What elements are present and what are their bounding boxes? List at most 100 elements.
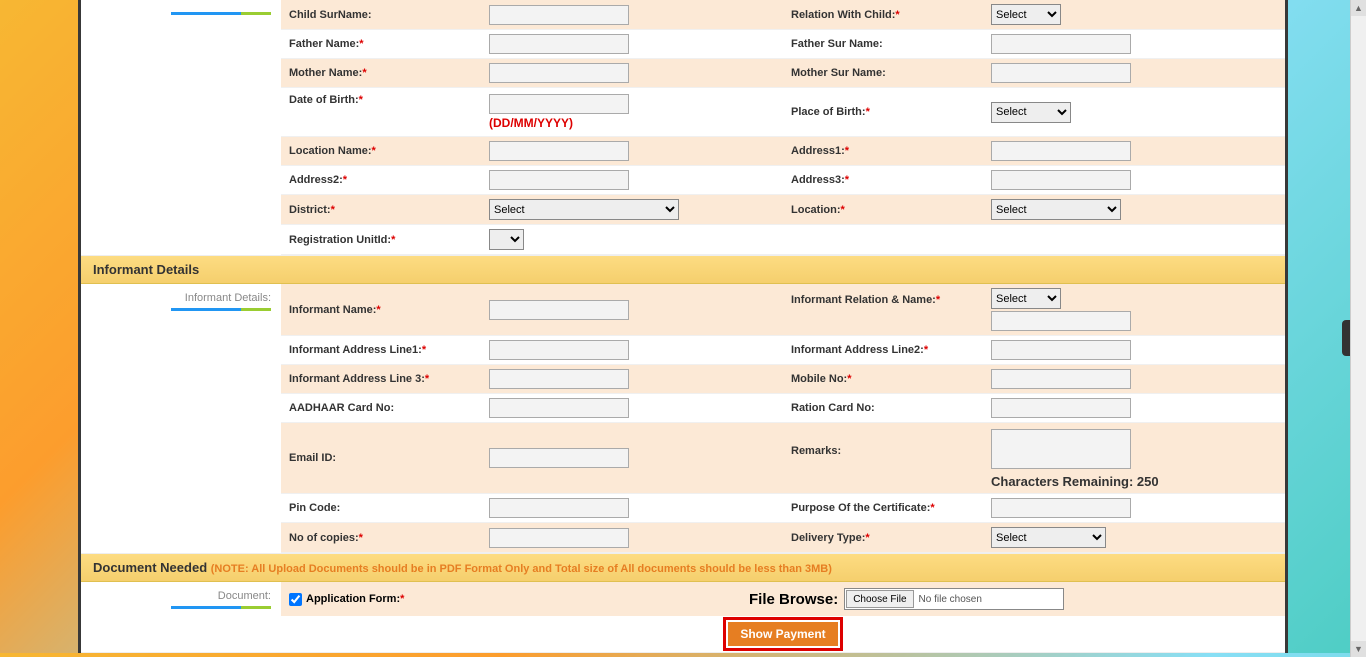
row-inf-addr3: Informant Address Line 3:*	[281, 365, 783, 394]
input-informant-name[interactable]	[489, 300, 629, 320]
choose-file-button[interactable]: Choose File	[846, 590, 913, 608]
row-address1: Address1:*	[783, 137, 1285, 166]
input-location-name[interactable]	[489, 141, 629, 161]
checkbox-app-form[interactable]	[289, 593, 302, 606]
input-inf-addr3[interactable]	[489, 369, 629, 389]
input-copies[interactable]	[489, 528, 629, 548]
file-input[interactable]: Choose File No file chosen	[844, 588, 1064, 610]
underline-marker-3	[171, 606, 271, 609]
label-pob: Place of Birth:*	[791, 106, 991, 118]
show-payment-button[interactable]: Show Payment	[728, 622, 837, 646]
doc-side-col: Document:	[81, 582, 281, 652]
row-inf-addr2: Informant Address Line2:*	[783, 336, 1285, 365]
row-mother-name: Mother Name:*	[281, 59, 783, 88]
input-mobile[interactable]	[991, 369, 1131, 389]
char-remaining: Characters Remaining: 250	[991, 474, 1277, 489]
document-note: (NOTE: All Upload Documents should be in…	[211, 563, 832, 575]
input-father-surname[interactable]	[991, 34, 1131, 54]
side-tab-handle[interactable]	[1342, 320, 1350, 356]
input-purpose[interactable]	[991, 498, 1131, 518]
row-pin: Pin Code:	[281, 494, 783, 523]
label-address2: Address2:*	[289, 174, 489, 186]
document-header: Document Needed (NOTE: All Upload Docume…	[81, 554, 1285, 582]
input-inf-addr2[interactable]	[991, 340, 1131, 360]
doc-fields: Application Form:* File Browse: Choose F…	[281, 582, 1285, 652]
input-address1[interactable]	[991, 141, 1131, 161]
label-inf-addr2: Informant Address Line2:*	[791, 344, 991, 356]
informant-side-label: Informant Details:	[185, 292, 271, 304]
row-address3: Address3:*	[783, 166, 1285, 195]
label-father-surname: Father Sur Name:	[791, 38, 991, 50]
select-relation[interactable]: Select	[991, 4, 1061, 25]
no-file-text: No file chosen	[915, 594, 982, 605]
main-content: Child SurName: Relation With Child:* Sel…	[81, 0, 1285, 653]
applicant-section: Child SurName: Relation With Child:* Sel…	[81, 0, 1285, 256]
input-aadhaar[interactable]	[489, 398, 629, 418]
row-mother-surname: Mother Sur Name:	[783, 59, 1285, 88]
input-inf-addr1[interactable]	[489, 340, 629, 360]
row-location-name: Location Name:*	[281, 137, 783, 166]
label-address1: Address1:*	[791, 145, 991, 157]
document-section: Document: Application Form:* File Browse…	[81, 582, 1285, 653]
row-address2: Address2:*	[281, 166, 783, 195]
label-email: Email ID:	[289, 452, 489, 464]
informant-header: Informant Details	[81, 256, 1285, 284]
row-pob: Place of Birth:* Select	[783, 88, 1285, 137]
row-relation: Relation With Child:* Select	[783, 0, 1285, 30]
input-ration[interactable]	[991, 398, 1131, 418]
textarea-remarks[interactable]	[991, 429, 1131, 469]
applicant-fields: Child SurName: Relation With Child:* Sel…	[281, 0, 1285, 255]
input-informant-relation-name[interactable]	[991, 311, 1131, 331]
select-delivery[interactable]: Select	[991, 527, 1106, 548]
row-delivery: Delivery Type:* Select	[783, 523, 1285, 553]
select-informant-relation[interactable]: Select	[991, 288, 1061, 309]
row-copies: No of copies:*	[281, 523, 783, 553]
doc-side-label: Document:	[218, 590, 271, 602]
input-child-surname[interactable]	[489, 5, 629, 25]
select-district[interactable]: Select	[489, 199, 679, 220]
row-child-surname: Child SurName:	[281, 0, 783, 30]
row-email: Email ID:	[281, 423, 783, 494]
row-father-surname: Father Sur Name:	[783, 30, 1285, 59]
select-pob[interactable]: Select	[991, 102, 1071, 123]
label-app-form: Application Form:*	[306, 593, 404, 605]
label-inf-addr3: Informant Address Line 3:*	[289, 373, 489, 385]
scroll-up-icon[interactable]: ▲	[1351, 0, 1366, 16]
select-location[interactable]: Select	[991, 199, 1121, 220]
label-address3: Address3:*	[791, 174, 991, 186]
label-remarks: Remarks:	[791, 429, 991, 457]
input-address3[interactable]	[991, 170, 1131, 190]
page-wrap: Child SurName: Relation With Child:* Sel…	[78, 0, 1288, 653]
input-mother-surname[interactable]	[991, 63, 1131, 83]
scroll-track[interactable]	[1351, 16, 1366, 641]
label-delivery: Delivery Type:*	[791, 532, 991, 544]
scroll-down-icon[interactable]: ▼	[1351, 641, 1366, 657]
row-informant-relation: Informant Relation & Name:* Select	[783, 284, 1285, 336]
row-ration: Ration Card No:	[783, 394, 1285, 423]
doc-row: Application Form:* File Browse: Choose F…	[281, 582, 1285, 616]
label-informant-relation: Informant Relation & Name:*	[791, 288, 991, 306]
row-inf-addr1: Informant Address Line1:*	[281, 336, 783, 365]
label-father-name: Father Name:*	[289, 38, 489, 50]
label-district: District:*	[289, 204, 489, 216]
select-reg-unit[interactable]	[489, 229, 524, 250]
row-mobile: Mobile No:*	[783, 365, 1285, 394]
input-father-name[interactable]	[489, 34, 629, 54]
scrollbar[interactable]: ▲ ▼	[1350, 0, 1366, 657]
label-location: Location:*	[791, 204, 991, 216]
label-dob: Date of Birth:*	[289, 94, 489, 106]
label-location-name: Location Name:*	[289, 145, 489, 157]
dob-hint: (DD/MM/YYYY)	[489, 116, 775, 130]
input-email[interactable]	[489, 448, 629, 468]
row-reg-unit: Registration UnitId:*	[281, 225, 1285, 255]
input-pin[interactable]	[489, 498, 629, 518]
input-mother-name[interactable]	[489, 63, 629, 83]
input-address2[interactable]	[489, 170, 629, 190]
label-pin: Pin Code:	[289, 502, 489, 514]
label-relation: Relation With Child:*	[791, 9, 991, 21]
label-inf-addr1: Informant Address Line1:*	[289, 344, 489, 356]
input-dob[interactable]	[489, 94, 629, 114]
label-aadhaar: AADHAAR Card No:	[289, 402, 489, 414]
label-mobile: Mobile No:*	[791, 373, 991, 385]
informant-section: Informant Details: Informant Name:* Info…	[81, 284, 1285, 554]
